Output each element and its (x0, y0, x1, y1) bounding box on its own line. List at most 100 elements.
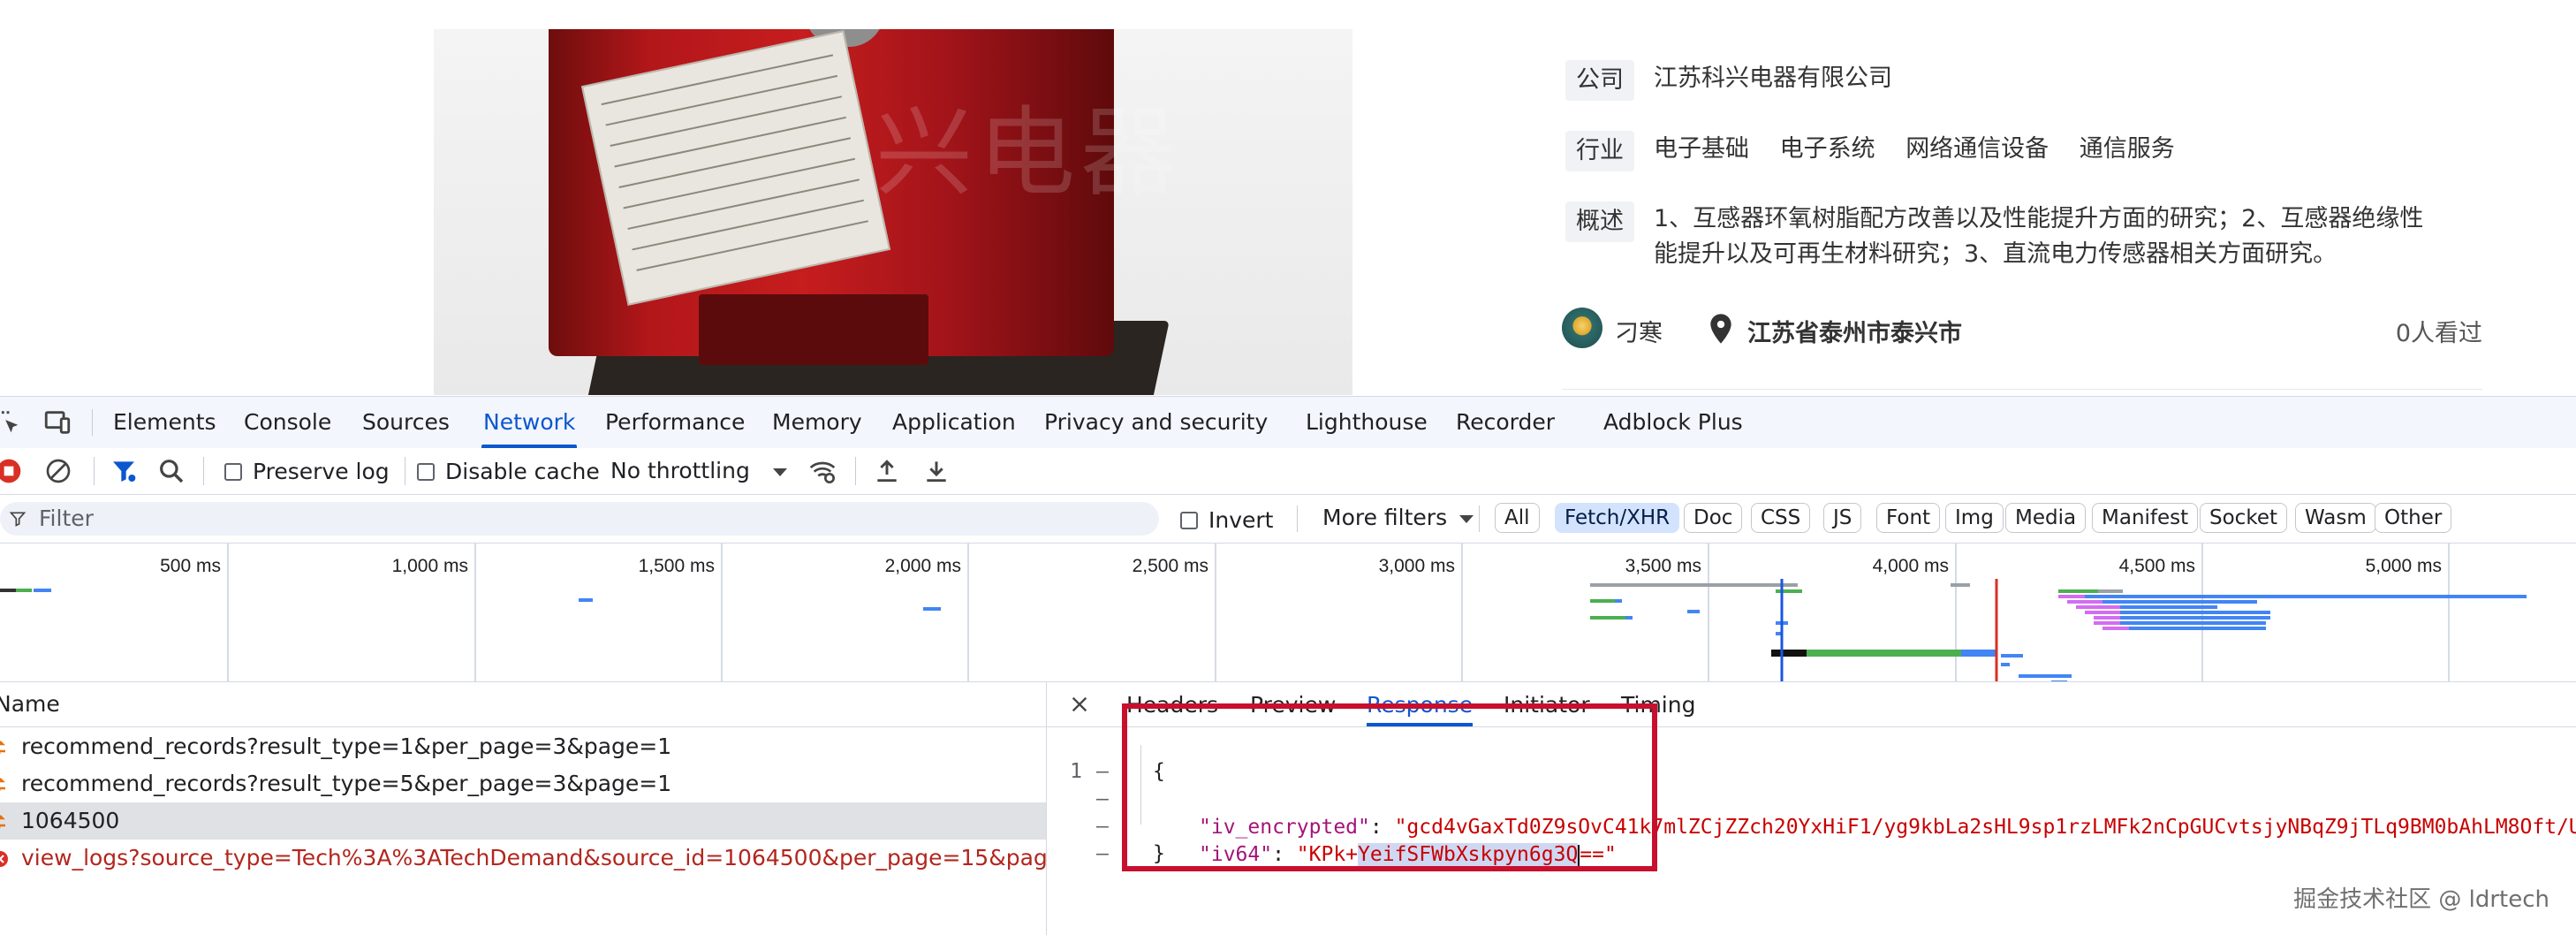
throttling-value: No throttling (610, 458, 750, 483)
industry-tag[interactable]: 电子基础 (1654, 135, 1749, 163)
summary-row: 概述 1、互感器环氧树脂配方改善以及性能提升方面的研究；2、互感器绝缘性 能提升… (1565, 201, 2484, 272)
timeline-tick: 2,000 ms (885, 556, 961, 576)
download-har-icon[interactable] (922, 457, 951, 485)
request-name: recommend_records?result_type=5&per_page… (21, 771, 672, 796)
timeline-tick: 3,000 ms (1379, 556, 1455, 576)
annotation-highlight-box (1122, 703, 1657, 871)
tab-memory[interactable]: Memory (772, 397, 862, 448)
filter-placeholder: Filter (39, 506, 94, 531)
author-name[interactable]: 刁寒 (1615, 314, 1663, 348)
industry-tag[interactable]: 网络通信设备 (1905, 135, 2049, 163)
request-row[interactable]: recommend_records?result_type=5&per_page… (0, 765, 1046, 802)
xhr-icon (0, 815, 5, 828)
devtools-tabbar: Elements Console Sources Network Perform… (0, 396, 2576, 449)
request-name: view_logs?source_type=Tech%3A%3ATechDema… (21, 845, 1046, 870)
tab-adblock-plus[interactable]: Adblock Plus (1603, 397, 1743, 448)
chip-manifest[interactable]: Manifest (2092, 503, 2199, 533)
clear-icon[interactable] (44, 457, 72, 485)
summary-text: 1、互感器环氧树脂配方改善以及性能提升方面的研究；2、互感器绝缘性 能提升以及可… (1654, 201, 2484, 272)
tab-recorder[interactable]: Recorder (1456, 397, 1555, 448)
close-icon[interactable] (1070, 695, 1089, 714)
industry-row: 行业 电子基础 电子系统 网络通信设备 通信服务 (1565, 131, 2198, 171)
request-row-error[interactable]: view_logs?source_type=Tech%3A%3ATechDema… (0, 840, 1046, 877)
disable-cache-checkbox[interactable]: Disable cache (417, 459, 600, 484)
site-watermark: 掘金技术社区 @ ldrtech (2293, 886, 2549, 913)
chip-media[interactable]: Media (2005, 503, 2087, 533)
tab-privacy-security[interactable]: Privacy and security (1044, 397, 1268, 448)
network-conditions-icon[interactable] (808, 457, 837, 485)
request-bars (0, 583, 2527, 681)
industry-tag[interactable]: 电子系统 (1780, 135, 1875, 163)
company-label: 公司 (1565, 60, 1634, 101)
request-name: recommend_records?result_type=1&per_page… (21, 734, 672, 759)
company-value[interactable]: 江苏科兴电器有限公司 (1654, 60, 1892, 95)
upload-har-icon[interactable] (873, 457, 901, 485)
search-icon[interactable] (157, 457, 186, 485)
chevron-down-icon (773, 468, 787, 476)
error-icon (0, 851, 8, 867)
device-toggle-icon[interactable] (42, 407, 72, 437)
industry-tag[interactable]: 通信服务 (2080, 135, 2175, 163)
invert-checkbox[interactable]: Invert (1180, 507, 1273, 533)
filter-input[interactable]: Filter (0, 502, 1159, 536)
throttling-select[interactable]: No throttling (610, 457, 787, 485)
request-list: Name recommend_records?result_type=1&per… (0, 682, 1047, 935)
request-row[interactable]: recommend_records?result_type=1&per_page… (0, 728, 1046, 765)
network-filterbar: Filter Invert More filters All Fetch/XHR… (0, 495, 2576, 544)
filter-icon[interactable] (110, 457, 138, 485)
chevron-down-icon (1459, 514, 1474, 523)
tab-application[interactable]: Application (892, 397, 1016, 448)
location-pin-icon (1710, 314, 1731, 344)
xhr-icon (0, 741, 5, 754)
timeline-tick: 3,500 ms (1625, 556, 1701, 576)
chip-all[interactable]: All (1495, 503, 1540, 533)
image-watermark: 兴电器 (875, 96, 1183, 209)
chip-img[interactable]: Img (1945, 503, 2004, 533)
timeline-tick: 500 ms (160, 556, 221, 576)
chip-fetch-xhr[interactable]: Fetch/XHR (1555, 503, 1680, 533)
timeline-overview[interactable]: 500 ms 1,000 ms 1,500 ms 2,000 ms 2,500 … (0, 544, 2576, 681)
avatar[interactable] (1562, 308, 1602, 348)
network-overview[interactable]: 500 ms 1,000 ms 1,500 ms 2,000 ms 2,500 … (0, 544, 2576, 682)
xhr-icon (0, 778, 5, 791)
more-filters-label: More filters (1322, 505, 1448, 530)
product-image: 兴电器 (434, 29, 1352, 395)
chip-js[interactable]: JS (1823, 503, 1862, 533)
timeline-tick: 4,000 ms (1873, 556, 1949, 576)
more-filters-dropdown[interactable]: More filters (1322, 504, 1474, 532)
location-text: 江苏省泰州市泰兴市 (1747, 320, 1962, 347)
filter-funnel-icon (9, 512, 27, 527)
disable-cache-label: Disable cache (445, 459, 600, 484)
timeline-tick: 1,000 ms (392, 556, 468, 576)
chip-socket[interactable]: Socket (2200, 503, 2287, 533)
divider (1562, 389, 2482, 390)
tab-performance[interactable]: Performance (605, 397, 745, 448)
network-toolbar: Preserve log Disable cache No throttling (0, 448, 2576, 495)
request-name: 1064500 (21, 808, 120, 833)
chip-other[interactable]: Other (2375, 503, 2452, 533)
chip-doc[interactable]: Doc (1684, 503, 1743, 533)
tab-lighthouse[interactable]: Lighthouse (1306, 397, 1428, 448)
tab-network[interactable]: Network (481, 397, 578, 448)
request-row-selected[interactable]: 1064500 (0, 802, 1046, 840)
timeline-tick: 4,500 ms (2119, 556, 2195, 576)
chip-wasm[interactable]: Wasm (2295, 503, 2376, 533)
summary-line: 能提升以及可再生材料研究；3、直流电力传感器相关方面研究。 (1654, 240, 2337, 268)
summary-line: 1、互感器环氧树脂配方改善以及性能提升方面的研究；2、互感器绝缘性 (1654, 205, 2424, 232)
timeline-tick: 1,500 ms (639, 556, 715, 576)
preserve-log-label: Preserve log (253, 459, 390, 484)
timeline-tick: 2,500 ms (1133, 556, 1208, 576)
chip-font[interactable]: Font (1876, 503, 1941, 533)
chip-css[interactable]: CSS (1751, 503, 1811, 533)
name-column-header[interactable]: Name (0, 682, 1046, 727)
name-header-label: Name (0, 691, 60, 717)
tab-console[interactable]: Console (244, 397, 331, 448)
author-row: 刁寒 江苏省泰州市泰兴市 0人看过 (1562, 306, 2482, 352)
company-row: 公司 江苏科兴电器有限公司 (1565, 60, 1892, 101)
tab-elements[interactable]: Elements (113, 397, 216, 448)
record-stop-icon[interactable] (0, 457, 23, 485)
preserve-log-checkbox[interactable]: Preserve log (224, 459, 390, 484)
tab-sources[interactable]: Sources (362, 397, 450, 448)
inspect-element-icon[interactable] (0, 407, 23, 437)
industry-label: 行业 (1565, 131, 1634, 171)
